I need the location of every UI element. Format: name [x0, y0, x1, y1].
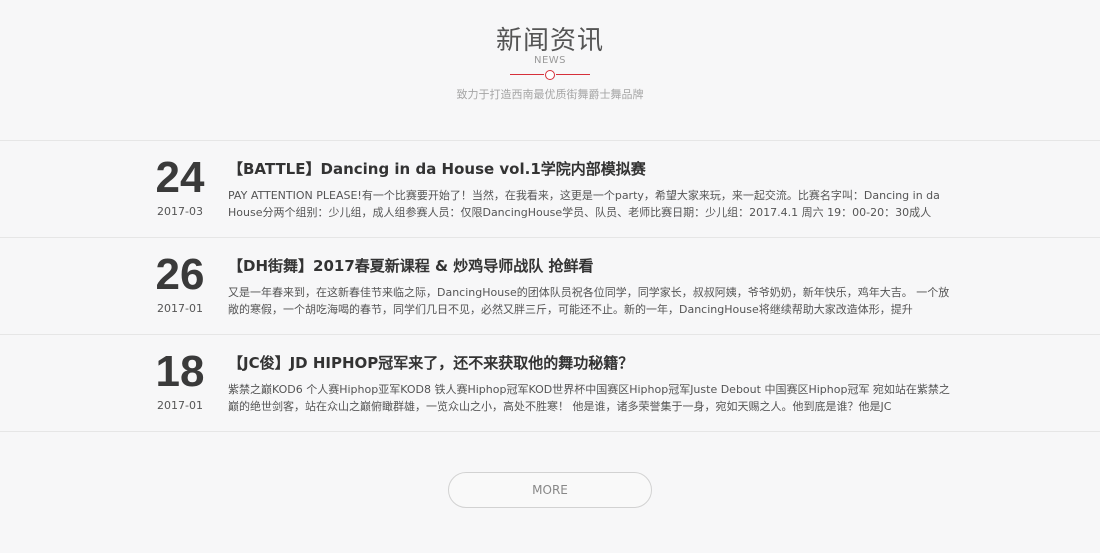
news-item[interactable]: 18 2017-01 【JC俊】JD HIPHOP冠军来了，还不来获取他的舞功秘… — [0, 335, 1100, 432]
news-year-month: 2017-01 — [157, 399, 203, 412]
divider-circle-icon — [545, 70, 555, 80]
news-date: 26 2017-01 — [140, 250, 220, 316]
section-subtitle: NEWS — [533, 55, 567, 66]
divider-line-right — [556, 74, 590, 75]
news-day: 24 — [155, 153, 205, 202]
news-item[interactable]: 26 2017-01 【DH街舞】2017春夏新课程 & 炒鸡导师战队 抢鲜看 … — [0, 238, 1100, 335]
news-day: 18 — [155, 347, 205, 396]
news-year-month: 2017-03 — [157, 205, 203, 218]
news-title-link[interactable]: 【BATTLE】Dancing in da House vol.1学院内部模拟赛 — [228, 159, 953, 179]
section-slogan: 致力于打造西南最优质街舞爵士舞品牌 — [456, 88, 644, 101]
news-content: 【DH街舞】2017春夏新课程 & 炒鸡导师战队 抢鲜看 又是一年春来到，在这新… — [228, 256, 953, 318]
section-header: 新闻资讯 NEWS 致力于打造西南最优质街舞爵士舞品牌 — [0, 0, 1100, 140]
news-excerpt: 紫禁之巅KOD6 个人赛Hiphop亚军KOD8 铁人赛Hiphop冠军KOD世… — [228, 383, 950, 413]
news-item[interactable]: 24 2017-03 【BATTLE】Dancing in da House v… — [0, 141, 1100, 238]
news-content: 【JC俊】JD HIPHOP冠军来了，还不来获取他的舞功秘籍？ 紫禁之巅KOD6… — [228, 353, 953, 415]
news-list: 24 2017-03 【BATTLE】Dancing in da House v… — [0, 141, 1100, 432]
title-divider — [510, 70, 590, 80]
news-excerpt: 又是一年春来到，在这新春佳节来临之际，DancingHouse的团体队员祝各位同… — [228, 286, 950, 316]
news-date: 18 2017-01 — [140, 347, 220, 413]
divider-line-left — [510, 74, 544, 75]
news-day: 26 — [155, 250, 205, 299]
section-title: 新闻资讯 — [495, 26, 604, 56]
more-button[interactable]: MORE — [448, 472, 652, 508]
news-content: 【BATTLE】Dancing in da House vol.1学院内部模拟赛… — [228, 159, 953, 221]
news-title-link[interactable]: 【JC俊】JD HIPHOP冠军来了，还不来获取他的舞功秘籍？ — [228, 353, 953, 373]
news-excerpt: PAY ATTENTION PLEASE!有一个比赛要开始了！当然，在我看来，这… — [228, 189, 940, 219]
news-year-month: 2017-01 — [157, 302, 203, 315]
news-date: 24 2017-03 — [140, 153, 220, 219]
news-title-link[interactable]: 【DH街舞】2017春夏新课程 & 炒鸡导师战队 抢鲜看 — [228, 256, 953, 276]
